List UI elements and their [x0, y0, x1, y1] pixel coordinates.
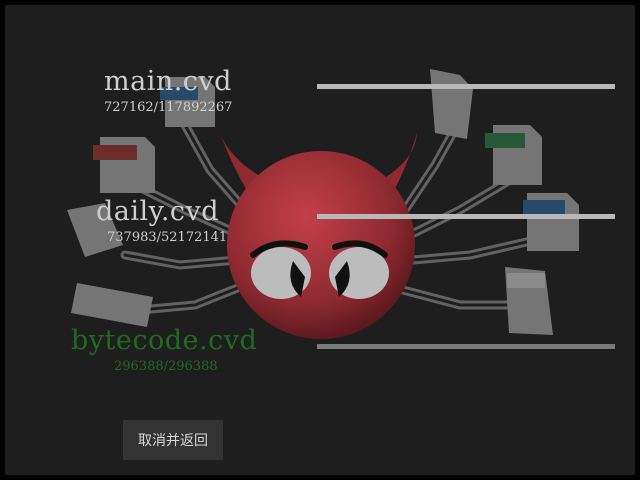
- db-progress-bytecode: 296388/296388: [114, 359, 218, 374]
- progress-fill-bytecode: [317, 344, 615, 349]
- update-window: main.cvd 727162/117892267 daily.cvd 7379…: [0, 0, 640, 480]
- progress-bar-bytecode: [317, 344, 615, 349]
- db-name-main: main.cvd: [104, 66, 232, 97]
- db-name-daily: daily.cvd: [96, 196, 220, 227]
- db-name-bytecode: bytecode.cvd: [71, 325, 258, 356]
- db-progress-daily: 737983/52172141: [107, 230, 228, 245]
- progress-bar-main: [317, 84, 615, 89]
- cancel-and-return-button[interactable]: 取消并返回: [123, 420, 223, 460]
- progress-bar-daily: [317, 214, 615, 219]
- progress-fill-daily: [317, 214, 615, 219]
- progress-fill-main: [317, 84, 615, 89]
- db-progress-main: 727162/117892267: [104, 100, 233, 115]
- clamav-mascot-icon: [67, 69, 579, 339]
